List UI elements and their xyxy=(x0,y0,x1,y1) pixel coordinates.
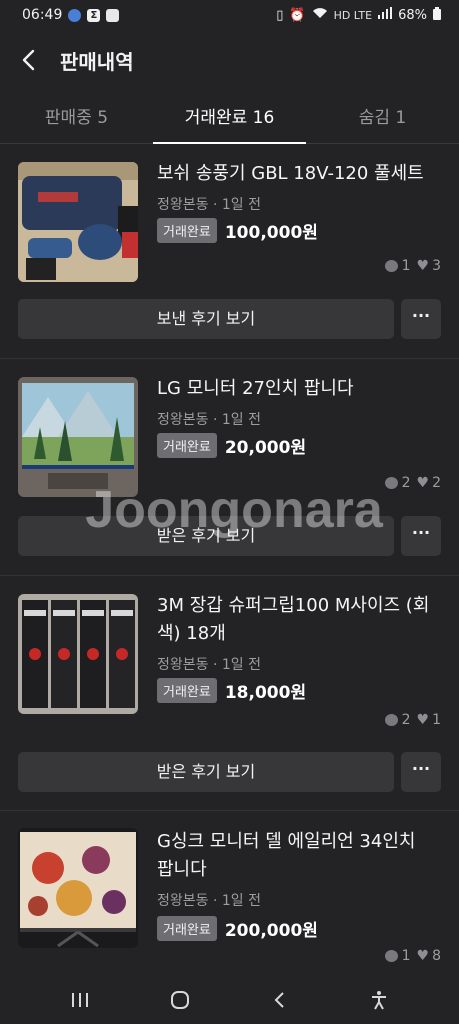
sigma-notification-icon: Σ xyxy=(87,8,101,22)
chat-bubble-icon xyxy=(384,260,398,272)
list-item[interactable]: 3M 장갑 슈퍼그립100 M사이즈 (회색) 18개 정왕본동 · 1일 전 … xyxy=(0,592,459,802)
item-counts: 2 ♥ 1 xyxy=(384,712,441,728)
like-count: 2 xyxy=(432,475,441,491)
price-row: 거래완료 100,000원 xyxy=(157,218,318,243)
chat-count: 2 xyxy=(401,712,411,728)
item-title: 보쉬 송풍기 GBL 18V-120 풀세트 xyxy=(157,163,424,184)
chat-bubble-icon xyxy=(384,714,398,726)
signal-icon xyxy=(378,7,393,23)
item-meta: 정왕본동 · 1일 전 xyxy=(157,657,261,673)
like-count: 1 xyxy=(432,712,441,728)
item-title: LG 모니터 27인치 팝니다 xyxy=(157,378,354,399)
list-item[interactable]: LG 모니터 27인치 팝니다 정왕본동 · 1일 전 거래완료 20,000원… xyxy=(0,375,459,575)
tab-completed[interactable]: 거래완료 16 xyxy=(153,96,306,144)
list-item[interactable]: 보쉬 송풍기 GBL 18V-120 풀세트 정왕본동 · 1일 전 거래완료 … xyxy=(0,160,459,360)
item-price: 20,000원 xyxy=(224,438,307,458)
divider xyxy=(0,358,459,359)
accessibility-button[interactable] xyxy=(359,980,399,1020)
product-thumbnail xyxy=(18,828,138,948)
heart-icon: ♥ xyxy=(416,712,430,728)
divider xyxy=(0,575,459,576)
header: 판매내역 xyxy=(0,36,459,84)
list-item[interactable]: G싱크 모니터 델 에일리언 34인치 팝니다 정왕본동 · 1일 전 거래완료… xyxy=(0,828,459,978)
chat-bubble-icon xyxy=(384,950,398,962)
tab-on-sale[interactable]: 판매중 5 xyxy=(0,96,153,143)
item-meta: 정왕본동 · 1일 전 xyxy=(157,412,261,428)
heart-icon: ♥ xyxy=(416,475,430,491)
item-price: 18,000원 xyxy=(224,683,307,703)
item-title: G싱크 모니터 델 에일리언 34인치 팝니다 xyxy=(157,831,416,880)
status-badge: 거래완료 xyxy=(157,218,217,243)
chat-count: 1 xyxy=(401,948,411,964)
price-row: 거래완료 20,000원 xyxy=(157,433,306,458)
product-thumbnail xyxy=(18,162,138,282)
status-bar: 06:49 Σ ▯ ⏰ HD LTE 68% xyxy=(0,0,459,30)
battery-saver-icon: ▯ xyxy=(276,7,284,23)
watermark: Joongonara xyxy=(85,481,383,539)
battery-icon xyxy=(433,6,441,24)
home-button[interactable] xyxy=(160,980,200,1020)
more-options-button[interactable]: ··· xyxy=(401,752,441,792)
like-count: 3 xyxy=(432,258,441,274)
divider xyxy=(0,810,459,811)
status-badge: 거래완료 xyxy=(157,678,217,703)
item-counts: 1 ♥ 3 xyxy=(384,258,441,274)
network-type: HD LTE xyxy=(333,8,373,22)
battery-level: 68% xyxy=(398,7,427,23)
price-row: 거래완료 200,000원 xyxy=(157,916,318,941)
heart-icon: ♥ xyxy=(416,258,430,274)
item-meta: 정왕본동 · 1일 전 xyxy=(157,893,261,909)
recent-apps-icon xyxy=(71,993,88,1007)
product-thumbnail xyxy=(18,377,138,497)
price-row: 거래완료 18,000원 xyxy=(157,678,306,703)
review-button[interactable]: 보낸 후기 보기 xyxy=(18,299,394,339)
like-count: 8 xyxy=(432,948,441,964)
status-badge: 거래완료 xyxy=(157,433,217,458)
item-title: 3M 장갑 슈퍼그립100 M사이즈 (회색) 18개 xyxy=(157,595,430,644)
recent-apps-button[interactable] xyxy=(60,980,100,1020)
item-price: 200,000원 xyxy=(224,921,318,941)
gallery-notification-icon xyxy=(106,8,120,22)
alarm-icon: ⏰ xyxy=(289,7,306,23)
tab-hidden[interactable]: 숨김 1 xyxy=(306,96,459,143)
item-counts: 1 ♥ 8 xyxy=(384,948,441,964)
wifi-icon xyxy=(312,7,328,23)
accessibility-icon xyxy=(372,991,387,1010)
system-back-button[interactable] xyxy=(259,980,299,1020)
heart-icon: ♥ xyxy=(416,948,430,964)
more-options-button[interactable]: ··· xyxy=(401,299,441,339)
status-badge: 거래완료 xyxy=(157,916,217,941)
back-button[interactable] xyxy=(0,36,56,84)
chevron-left-icon xyxy=(274,992,285,1008)
system-nav-bar xyxy=(0,976,459,1024)
review-button[interactable]: 받은 후기 보기 xyxy=(18,752,394,792)
item-price: 100,000원 xyxy=(224,223,318,243)
page-title: 판매내역 xyxy=(60,49,134,74)
home-icon xyxy=(170,991,189,1009)
chevron-left-icon xyxy=(22,49,35,71)
tab-bar: 판매중 5 거래완료 16 숨김 1 xyxy=(0,96,459,144)
item-meta: 정왕본동 · 1일 전 xyxy=(157,197,261,213)
status-time: 06:49 xyxy=(22,7,63,23)
app-notification-icon xyxy=(68,8,82,22)
chat-count: 1 xyxy=(401,258,411,274)
product-thumbnail xyxy=(18,594,138,714)
